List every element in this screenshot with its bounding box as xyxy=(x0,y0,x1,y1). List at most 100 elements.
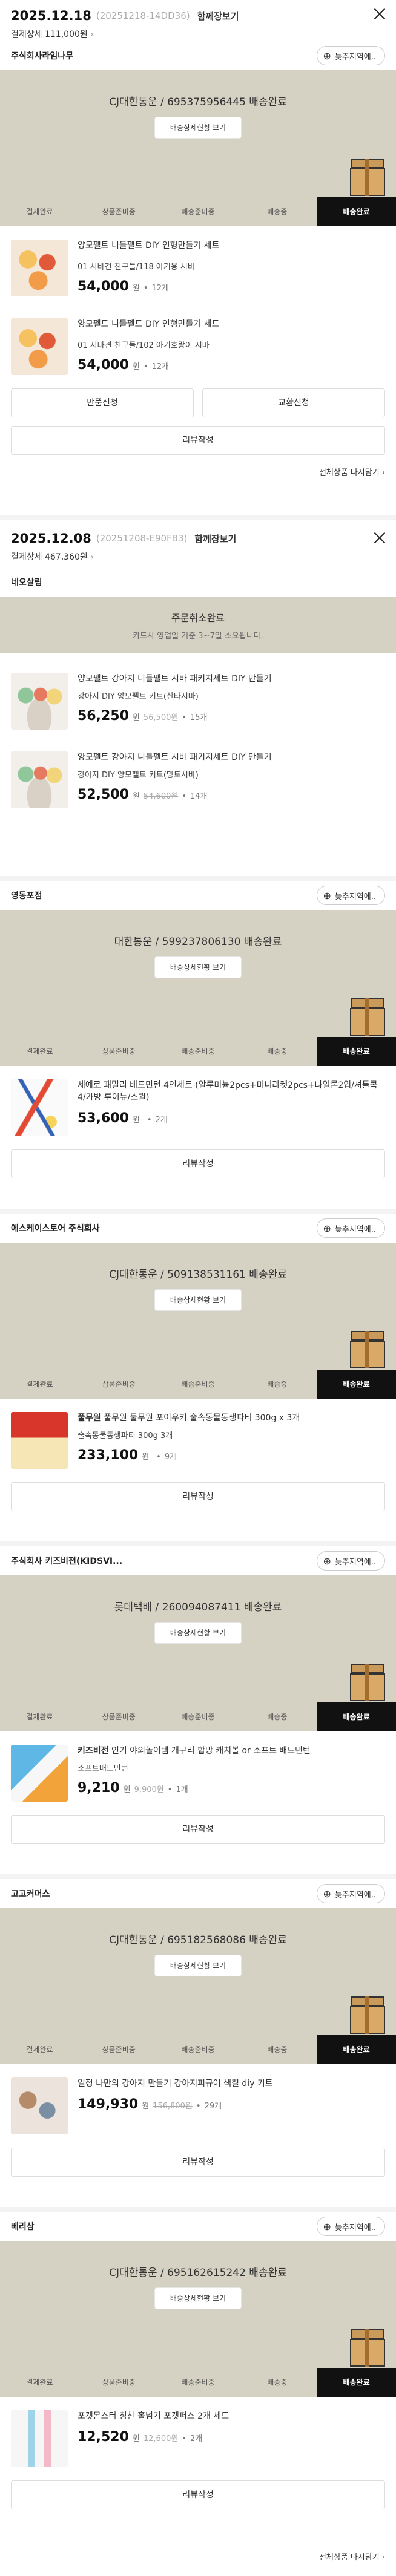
product-thumbnail[interactable] xyxy=(11,1412,68,1469)
item-price: 56,250 xyxy=(78,708,129,724)
seller-name: 고고커머스 xyxy=(11,1889,50,1899)
product-thumbnail[interactable] xyxy=(11,673,68,730)
list-item[interactable]: 양모펠트 강아지 니들펠트 시바 패키지세트 DIY 만들기 강아지 DIY 양… xyxy=(0,659,396,730)
delivery-box-icon xyxy=(350,1664,385,1701)
news-button[interactable]: ⊕ 늦추지역에.. xyxy=(316,1551,385,1571)
step-preparing-ship: 배송준비중 xyxy=(181,1047,215,1056)
shipment-status: CJ대한통운 / 695375956445 배송완료 xyxy=(109,96,287,108)
divider xyxy=(0,1541,396,1546)
step-shipping: 배송중 xyxy=(267,2378,288,2387)
item-list: 일정 나만의 강아지 만들기 강아지피규어 색칠 diy 키트 149,930 원… xyxy=(0,2064,396,2177)
product-thumbnail[interactable] xyxy=(11,318,68,375)
shipment-status-card: CJ대한통운 / 509138531161 배송완료 배송상세현황 보기 결제완… xyxy=(0,1243,396,1399)
progress-steps: 결제완료 상품준비중 배송준비중 배송중 배송완료 xyxy=(0,1370,396,1399)
order-number: (20251208-E90FB3) xyxy=(96,533,188,544)
item-list: 양모펠트 강아지 니들펠트 시바 패키지세트 DIY 만들기 강아지 DIY 양… xyxy=(0,659,396,808)
item-brand: 키즈비전 xyxy=(78,1746,109,1756)
seller-name: 베리삼 xyxy=(11,2222,35,2232)
item-option: 강아지 DIY 양모펠트 키트(산타시바) xyxy=(78,692,199,701)
step-delivered: 배송완료 xyxy=(317,1370,396,1399)
review-button[interactable]: 리뷰작성 xyxy=(11,1815,385,1844)
item-list: 양모펠트 니들펠트 DIY 인형만들기 세트 01 시바견 친구들/118 아기… xyxy=(0,226,396,477)
pay-detail-link[interactable]: 결제상세 111,000원 › xyxy=(11,28,385,40)
original-price: 12,600원 xyxy=(143,2434,179,2444)
item-price: 12,520 xyxy=(78,2430,129,2445)
item-name: 양모펠트 강아지 니들펠트 시바 패키지세트 DIY 만들기 xyxy=(78,753,272,762)
item-name: 키즈비전 인기 야외놀이템 개구리 합방 캐치볼 or 소프트 배드민턴 xyxy=(78,1746,311,1756)
news-button[interactable]: ⊕ 늦추지역에.. xyxy=(316,1884,385,1903)
item-price: 54,000 xyxy=(78,358,129,373)
shipment-detail-button[interactable]: 배송상세현황 보기 xyxy=(154,1955,242,1976)
step-shipping: 배송중 xyxy=(267,1713,288,1721)
close-icon[interactable] xyxy=(372,530,388,546)
product-thumbnail[interactable] xyxy=(11,2410,68,2467)
add-all-again-link[interactable]: 전체상품 다시담기 › xyxy=(0,2540,396,2562)
product-thumbnail[interactable] xyxy=(11,1079,68,1136)
news-button[interactable]: ⊕ 늦추지역에.. xyxy=(316,2217,385,2236)
delivery-box-icon xyxy=(350,1331,385,1368)
list-item[interactable]: 세예로 패밀리 배드민턴 4인세트 (알루미늄2pcs+미니라켓2pcs+나일론… xyxy=(0,1066,396,1136)
list-item[interactable]: 양모펠트 니들펠트 DIY 인형만들기 세트 01 시바견 친구들/102 아기… xyxy=(0,296,396,375)
seller-name: 주식회사라임나무 xyxy=(11,51,74,61)
cancel-note: 카드사 영업일 기준 3~7일 소요됩니다. xyxy=(133,632,263,641)
news-button[interactable]: ⊕ 늦추지역에.. xyxy=(316,46,385,65)
close-icon[interactable] xyxy=(372,6,388,22)
review-button[interactable]: 리뷰작성 xyxy=(11,426,385,455)
gift-link[interactable]: 함께장보기 xyxy=(197,10,239,22)
shipment-status-card: CJ대한통운 / 695162615242 배송완료 배송상세현황 보기 결제완… xyxy=(0,2241,396,2397)
shipment-detail-button[interactable]: 배송상세현황 보기 xyxy=(154,117,242,139)
plus-icon: ⊕ xyxy=(323,889,331,901)
step-preparing-ship: 배송준비중 xyxy=(181,1713,215,1721)
item-price: 54,000 xyxy=(78,279,129,294)
step-preparing-goods: 상품준비중 xyxy=(102,2045,136,2054)
review-button[interactable]: 리뷰작성 xyxy=(11,2148,385,2177)
item-name: 양모펠트 니들펠트 DIY 인형만들기 세트 xyxy=(78,319,220,329)
seller-section: 네오살림 xyxy=(0,571,396,593)
review-button[interactable]: 리뷰작성 xyxy=(11,1149,385,1178)
shipment-detail-button[interactable]: 배송상세현황 보기 xyxy=(154,1622,242,1644)
seller-name: 네오살림 xyxy=(11,578,42,587)
item-option: 강아지 DIY 양모펠트 키트(망토시바) xyxy=(78,771,199,780)
news-button[interactable]: ⊕ 늦추지역에.. xyxy=(316,1218,385,1238)
item-option: 01 시바견 친구들/118 아기용 시바 xyxy=(78,263,195,272)
item-list: 포켓몬스터 칭찬 홀넘기 포켓퍼스 2개 세트 12,520 원 12,600원 • 2… xyxy=(0,2397,396,2509)
shipment-status-card: 롯데택배 / 260094087411 배송완료 배송상세현황 보기 결제완료 … xyxy=(0,1575,396,1731)
news-button[interactable]: ⊕ 늦추지역에.. xyxy=(316,886,385,905)
shipment-detail-button[interactable]: 배송상세현황 보기 xyxy=(154,956,242,978)
chevron-right-icon: › xyxy=(90,30,94,39)
product-thumbnail[interactable] xyxy=(11,240,68,296)
list-item[interactable]: 키즈비전 인기 야외놀이템 개구리 합방 캐치볼 or 소프트 배드민턴 소프트… xyxy=(0,1731,396,1802)
progress-steps: 결제완료 상품준비중 배송준비중 배송중 배송완료 xyxy=(0,2368,396,2397)
order-header: 2025.12.08 (20251208-E90FB3) 함께장보기 결제상세 … xyxy=(0,526,396,569)
list-item[interactable]: 양모펠트 니들펠트 DIY 인형만들기 세트 01 시바견 친구들/118 아기… xyxy=(0,226,396,296)
shipment-detail-button[interactable]: 배송상세현황 보기 xyxy=(154,1289,242,1311)
shipment-detail-button[interactable]: 배송상세현황 보기 xyxy=(154,2287,242,2309)
list-item[interactable]: 포켓몬스터 칭찬 홀넘기 포켓퍼스 2개 세트 12,520 원 12,600원 • 2… xyxy=(0,2397,396,2467)
review-button[interactable]: 리뷰작성 xyxy=(11,2480,385,2509)
pay-detail-link[interactable]: 결제상세 467,360원 › xyxy=(11,551,385,563)
gift-link[interactable]: 함께장보기 xyxy=(194,532,236,545)
step-delivered: 배송완료 xyxy=(317,1702,396,1731)
item-option: 01 시바견 친구들/102 아기호랑이 시바 xyxy=(78,341,210,350)
step-delivered: 배송완료 xyxy=(317,2035,396,2064)
return-button[interactable]: 반품신청 xyxy=(11,388,194,417)
list-item[interactable]: 일정 나만의 강아지 만들기 강아지피규어 색칠 diy 키트 149,930 원… xyxy=(0,2064,396,2134)
item-name: 양모펠트 강아지 니들펠트 시바 패키지세트 DIY 만들기 xyxy=(78,674,272,684)
original-price: 56,500원 xyxy=(143,713,179,722)
product-thumbnail[interactable] xyxy=(11,2077,68,2134)
add-all-again-link[interactable]: 전체상품 다시담기 › xyxy=(0,455,396,477)
list-item[interactable]: 양모펠트 강아지 니들펠트 시바 패키지세트 DIY 만들기 강아지 DIY 양… xyxy=(0,730,396,808)
item-list: 풀무원 풀무원 둘무원 포이우키 술속동물동생파티 300g x 3개 술속동물… xyxy=(0,1399,396,1511)
exchange-button[interactable]: 교환신청 xyxy=(202,388,385,417)
step-shipping: 배송중 xyxy=(267,1380,288,1388)
product-thumbnail[interactable] xyxy=(11,1745,68,1802)
shipment-status-card: CJ대한통운 / 695182568086 배송완료 배송상세현황 보기 결제완… xyxy=(0,1908,396,2064)
list-item[interactable]: 풀무원 풀무원 둘무원 포이우키 술속동물동생파티 300g x 3개 술속동물… xyxy=(0,1399,396,1469)
divider xyxy=(0,1874,396,1879)
progress-steps: 결제완료 상품준비중 배송준비중 배송중 배송완료 xyxy=(0,1037,396,1066)
item-qty: 29개 xyxy=(204,2102,222,2111)
divider xyxy=(0,515,396,520)
step-shipping: 배송중 xyxy=(267,2045,288,2054)
product-thumbnail[interactable] xyxy=(11,751,68,808)
review-button[interactable]: 리뷰작성 xyxy=(11,1482,385,1511)
